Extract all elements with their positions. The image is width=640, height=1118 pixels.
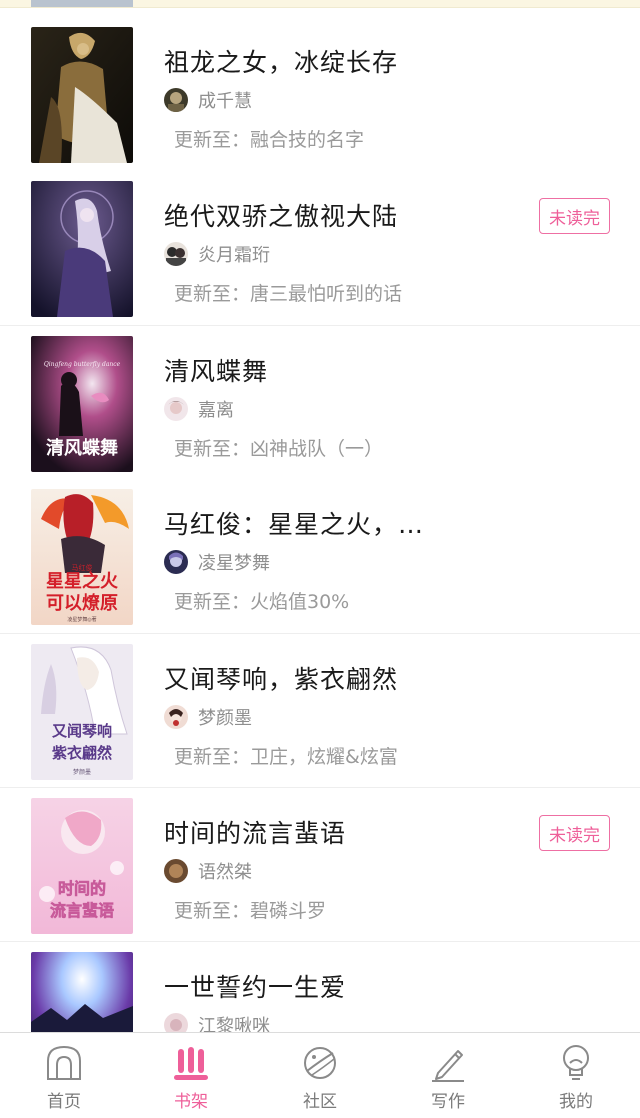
latest-chapter: 更新至：碧磷斗罗 bbox=[174, 900, 327, 922]
cover-art-golden-warrior bbox=[31, 27, 133, 163]
latest-chapter: 更新至：火焰值30% bbox=[174, 591, 350, 613]
profile-bulb-icon bbox=[563, 1045, 589, 1080]
cover-art-purple-heroine bbox=[31, 181, 133, 317]
book-title: 一世誓约一生爱 bbox=[164, 973, 347, 1002]
cover-title-line2: 流言蜚语 bbox=[50, 901, 114, 920]
author-name: 语然桀 bbox=[198, 862, 252, 883]
home-arch-icon bbox=[47, 1045, 81, 1080]
cover-art-white-hair-musician: 又闻琴响 紫衣翩然 梦颜墨 bbox=[31, 644, 133, 780]
book-item[interactable]: 祖龙之女，冰绽长存 成千慧 更新至：融合技的名字 bbox=[0, 17, 640, 171]
cover-subtitle: Qingfeng butterfly dance bbox=[44, 361, 121, 368]
author-avatar bbox=[164, 705, 188, 729]
book-cover[interactable]: Qingfeng butterfly dance 清风蝶舞 bbox=[31, 336, 133, 472]
cover-art-pink-blossom: 时间的 流言蜚语 bbox=[31, 798, 133, 934]
book-item[interactable]: Qingfeng butterfly dance 清风蝶舞 清风蝶舞 嘉离 更新… bbox=[0, 325, 640, 479]
book-item[interactable]: 绝代双骄之傲视大陆 未读完 炎月霜珩 更新至：唐三最怕听到的话 bbox=[0, 171, 640, 325]
book-title: 绝代双骄之傲视大陆 bbox=[164, 202, 399, 231]
previous-cover-edge bbox=[31, 0, 133, 7]
cover-title-line1: 星星之火 bbox=[46, 570, 119, 592]
author-row[interactable]: 炎月霜珩 bbox=[164, 242, 270, 266]
author-name: 凌星梦舞 bbox=[198, 553, 270, 574]
book-cover[interactable] bbox=[31, 952, 133, 1032]
tab-bookshelf[interactable]: 书架 bbox=[141, 1033, 241, 1118]
book-title: 清风蝶舞 bbox=[164, 357, 269, 386]
planet-icon bbox=[304, 1047, 336, 1079]
book-title: 又闻琴响，紫衣翩然 bbox=[164, 665, 399, 694]
latest-chapter: 更新至：卫庄，炫耀&炫富 bbox=[174, 746, 398, 768]
tab-write[interactable]: 写作 bbox=[398, 1033, 498, 1118]
author-name: 成千慧 bbox=[198, 91, 252, 112]
book-title: 时间的流言蜚语 bbox=[164, 819, 347, 848]
cover-author: 凌星梦舞◎著 bbox=[67, 616, 96, 623]
book-cover[interactable]: 马红俊 星星之火 可以燎原 凌星梦舞◎著 bbox=[31, 489, 133, 625]
book-item[interactable]: 一世誓约一生爱 江黎啾咪 bbox=[0, 941, 640, 1032]
author-avatar bbox=[164, 397, 188, 421]
pen-icon bbox=[432, 1050, 464, 1082]
tab-label: 首页 bbox=[47, 1092, 81, 1112]
book-title: 祖龙之女，冰绽长存 bbox=[164, 48, 399, 77]
latest-chapter: 更新至：凶神战队（一） bbox=[174, 438, 384, 460]
book-cover[interactable] bbox=[31, 181, 133, 317]
book-cover[interactable]: 时间的 流言蜚语 bbox=[31, 798, 133, 934]
book-cover[interactable]: 又闻琴响 紫衣翩然 梦颜墨 bbox=[31, 644, 133, 780]
cover-title-line1: 又闻琴响 bbox=[52, 722, 112, 740]
author-row[interactable]: 语然桀 bbox=[164, 859, 252, 883]
author-avatar bbox=[164, 88, 188, 112]
author-row[interactable]: 凌星梦舞 bbox=[164, 550, 270, 574]
cover-art-fire-phoenix: 马红俊 星星之火 可以燎原 凌星梦舞◎著 bbox=[31, 489, 133, 625]
cover-title-line1: 时间的 bbox=[58, 879, 106, 898]
previous-item-edge bbox=[0, 0, 640, 8]
bottom-tab-bar: 首页 书架 社区 写作 我的 bbox=[0, 1032, 640, 1118]
book-item[interactable]: 又闻琴响 紫衣翩然 梦颜墨 又闻琴响，紫衣翩然 梦颜墨 更新至：卫庄，炫耀&炫富 bbox=[0, 633, 640, 787]
author-name: 嘉离 bbox=[198, 400, 234, 421]
bookshelf-bars-icon bbox=[174, 1047, 208, 1080]
cover-art-starburst-sky bbox=[31, 952, 133, 1032]
unread-badge: 未读完 bbox=[539, 815, 610, 851]
author-row[interactable]: 成千慧 bbox=[164, 88, 252, 112]
author-avatar bbox=[164, 550, 188, 574]
cover-author: 梦颜墨 bbox=[73, 768, 91, 776]
cover-art-butterfly-night: Qingfeng butterfly dance 清风蝶舞 bbox=[31, 336, 133, 472]
latest-chapter: 更新至：融合技的名字 bbox=[174, 129, 365, 151]
author-row[interactable]: 梦颜墨 bbox=[164, 705, 252, 729]
author-name: 江黎啾咪 bbox=[198, 1016, 270, 1032]
tab-community[interactable]: 社区 bbox=[270, 1033, 370, 1118]
tab-profile[interactable]: 我的 bbox=[526, 1033, 626, 1118]
author-row[interactable]: 江黎啾咪 bbox=[164, 1013, 270, 1032]
book-item[interactable]: 时间的 流言蜚语 时间的流言蜚语 未读完 语然桀 更新至：碧磷斗罗 bbox=[0, 787, 640, 941]
cover-title-line2: 可以燎原 bbox=[46, 592, 118, 614]
tab-label: 书架 bbox=[174, 1092, 208, 1112]
author-name: 梦颜墨 bbox=[198, 708, 252, 729]
book-item[interactable]: 马红俊 星星之火 可以燎原 凌星梦舞◎著 马红俊：星星之火，… 凌星梦舞 更新至… bbox=[0, 479, 640, 633]
author-avatar bbox=[164, 242, 188, 266]
tab-home[interactable]: 首页 bbox=[14, 1033, 114, 1118]
book-cover[interactable] bbox=[31, 27, 133, 163]
author-name: 炎月霜珩 bbox=[198, 245, 270, 266]
tab-label: 我的 bbox=[559, 1092, 593, 1112]
tab-label: 写作 bbox=[431, 1092, 465, 1112]
tab-label: 社区 bbox=[303, 1092, 337, 1112]
latest-chapter: 更新至：唐三最怕听到的话 bbox=[174, 283, 403, 305]
author-avatar bbox=[164, 1013, 188, 1032]
cover-title: 清风蝶舞 bbox=[46, 437, 118, 459]
author-row[interactable]: 嘉离 bbox=[164, 397, 234, 421]
author-avatar bbox=[164, 859, 188, 883]
unread-badge: 未读完 bbox=[539, 198, 610, 234]
book-title: 马红俊：星星之火，… bbox=[164, 510, 425, 539]
bookshelf-list[interactable]: 祖龙之女，冰绽长存 成千慧 更新至：融合技的名字 绝代双骄之傲视大陆 未读完 炎… bbox=[0, 17, 640, 1032]
cover-title-line2: 紫衣翩然 bbox=[52, 744, 112, 762]
